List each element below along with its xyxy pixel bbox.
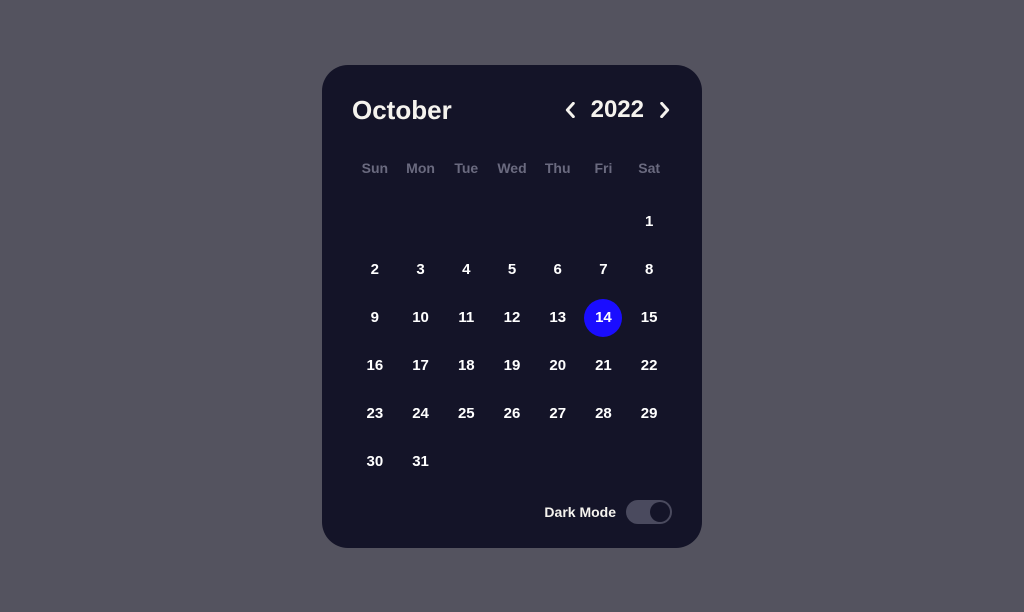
day-cell[interactable]: 20 xyxy=(535,342,581,390)
toggle-knob xyxy=(650,502,670,522)
day-cell[interactable]: 23 xyxy=(352,390,398,438)
day-cell[interactable]: 30 xyxy=(352,438,398,486)
weekday-label: Mon xyxy=(398,154,444,182)
next-year-button[interactable] xyxy=(658,103,672,117)
day-cell[interactable]: 8 xyxy=(626,246,672,294)
weekday-label: Sun xyxy=(352,154,398,182)
day-cell[interactable]: 1 xyxy=(626,198,672,246)
day-cell[interactable]: 16 xyxy=(352,342,398,390)
day-cell[interactable]: 31 xyxy=(398,438,444,486)
day-cell[interactable]: 15 xyxy=(626,294,672,342)
prev-year-button[interactable] xyxy=(563,103,577,117)
day-cell[interactable]: 29 xyxy=(626,390,672,438)
year-navigation: 2022 xyxy=(563,96,672,124)
day-cell[interactable]: 19 xyxy=(489,342,535,390)
day-cell[interactable]: 7 xyxy=(581,246,627,294)
day-cell[interactable]: 2 xyxy=(352,246,398,294)
day-cell[interactable]: 12 xyxy=(489,294,535,342)
day-cell[interactable]: 10 xyxy=(398,294,444,342)
day-cell-empty xyxy=(352,198,398,246)
day-cell[interactable]: 26 xyxy=(489,390,535,438)
weekday-label: Sat xyxy=(626,154,672,182)
day-cell[interactable]: 9 xyxy=(352,294,398,342)
day-cell[interactable]: 4 xyxy=(443,246,489,294)
weekday-label: Tue xyxy=(443,154,489,182)
day-cell[interactable]: 3 xyxy=(398,246,444,294)
chevron-left-icon xyxy=(564,102,576,118)
day-cell[interactable]: 6 xyxy=(535,246,581,294)
day-cell[interactable]: 27 xyxy=(535,390,581,438)
chevron-right-icon xyxy=(659,102,671,118)
day-cell[interactable]: 18 xyxy=(443,342,489,390)
calendar-footer: Dark Mode xyxy=(352,500,672,524)
year-label: 2022 xyxy=(591,96,644,124)
day-cell[interactable]: 22 xyxy=(626,342,672,390)
weekday-label: Thu xyxy=(535,154,581,182)
day-cell[interactable]: 11 xyxy=(443,294,489,342)
day-cell[interactable]: 28 xyxy=(581,390,627,438)
day-cell[interactable]: 5 xyxy=(489,246,535,294)
calendar-card: October 2022 SunMonTueWedThuFriSat 12345… xyxy=(322,65,702,548)
day-cell[interactable]: 17 xyxy=(398,342,444,390)
day-cell[interactable]: 25 xyxy=(443,390,489,438)
weekday-label: Wed xyxy=(489,154,535,182)
dark-mode-label: Dark Mode xyxy=(544,504,616,520)
day-cell-empty xyxy=(581,198,627,246)
month-label: October xyxy=(352,95,452,126)
day-cell[interactable]: 14 xyxy=(581,294,627,342)
calendar-header: October 2022 xyxy=(352,95,672,126)
day-cell[interactable]: 13 xyxy=(535,294,581,342)
day-cell-empty xyxy=(489,198,535,246)
day-cell-empty xyxy=(398,198,444,246)
day-cell[interactable]: 21 xyxy=(581,342,627,390)
days-grid: 1234567891011121314151617181920212223242… xyxy=(352,198,672,486)
dark-mode-toggle[interactable] xyxy=(626,500,672,524)
weekday-label: Fri xyxy=(581,154,627,182)
day-cell-empty xyxy=(443,198,489,246)
weekday-row: SunMonTueWedThuFriSat xyxy=(352,154,672,182)
day-cell[interactable]: 24 xyxy=(398,390,444,438)
day-cell-empty xyxy=(535,198,581,246)
